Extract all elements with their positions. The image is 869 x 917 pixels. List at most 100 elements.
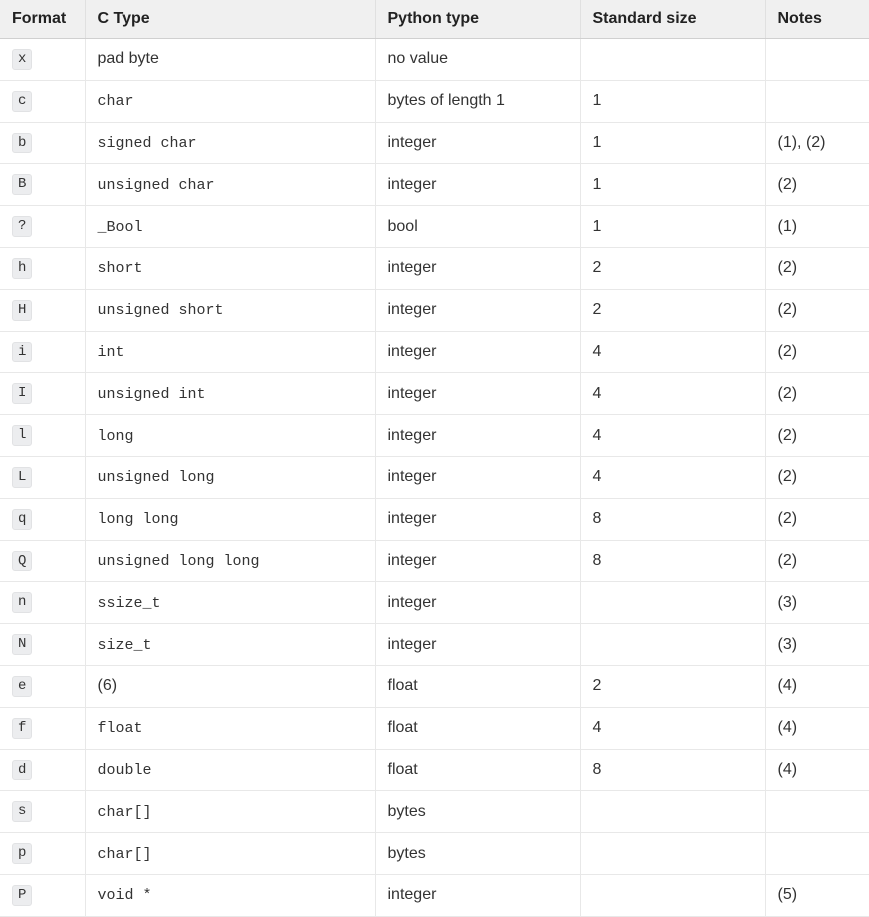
cell-ctype: unsigned char — [85, 164, 375, 206]
cell-size: 8 — [580, 540, 765, 582]
cell-notes — [765, 791, 869, 833]
cell-ctype: _Bool — [85, 206, 375, 248]
header-format: Format — [0, 0, 85, 39]
cell-python: integer — [375, 456, 580, 498]
cell-ctype: long — [85, 415, 375, 457]
format-chip: H — [12, 300, 32, 321]
cell-format: P — [0, 874, 85, 916]
table-row: xpad byteno value — [0, 39, 869, 81]
cell-notes: (2) — [765, 415, 869, 457]
header-python: Python type — [375, 0, 580, 39]
cell-python: float — [375, 707, 580, 749]
cell-notes — [765, 39, 869, 81]
table-row: e (6) float2(4) — [0, 665, 869, 707]
format-chip: q — [12, 509, 32, 530]
cell-size: 8 — [580, 498, 765, 540]
cell-notes: (2) — [765, 331, 869, 373]
cell-notes: (1) — [765, 206, 869, 248]
cell-python: integer — [375, 289, 580, 331]
table-row: i intinteger4(2) — [0, 331, 869, 373]
format-chip: N — [12, 634, 32, 655]
cell-size: 2 — [580, 289, 765, 331]
table-body: xpad byteno valueccharbytes of length 11… — [0, 39, 869, 917]
header-notes: Notes — [765, 0, 869, 39]
format-chip: L — [12, 467, 32, 488]
cell-notes: (3) — [765, 582, 869, 624]
format-chip: f — [12, 718, 32, 739]
cell-format: e — [0, 665, 85, 707]
table-row: Qunsigned long longinteger8(2) — [0, 540, 869, 582]
table-row: ddoublefloat8(4) — [0, 749, 869, 791]
cell-notes: (4) — [765, 665, 869, 707]
cell-ctype: char[] — [85, 791, 375, 833]
format-chip: n — [12, 592, 32, 613]
table-row: ffloatfloat4(4) — [0, 707, 869, 749]
table-row: schar[]bytes — [0, 791, 869, 833]
cell-format: p — [0, 833, 85, 875]
cell-python: integer — [375, 540, 580, 582]
cell-size — [580, 791, 765, 833]
cell-format: f — [0, 707, 85, 749]
ctype-text: (6) — [98, 677, 118, 694]
cell-format: n — [0, 582, 85, 624]
cell-format: h — [0, 247, 85, 289]
cell-notes: (2) — [765, 540, 869, 582]
cell-format: i — [0, 331, 85, 373]
cell-notes: (3) — [765, 624, 869, 666]
cell-notes: (2) — [765, 456, 869, 498]
cell-ctype: size_t — [85, 624, 375, 666]
table-row: Hunsigned shortinteger2(2) — [0, 289, 869, 331]
cell-ctype: void * — [85, 874, 375, 916]
cell-size: 1 — [580, 164, 765, 206]
ctype-text: long long — [98, 511, 179, 528]
cell-format: x — [0, 39, 85, 81]
cell-size: 4 — [580, 373, 765, 415]
cell-format: H — [0, 289, 85, 331]
ctype-text: size_t — [98, 637, 152, 654]
cell-notes: (2) — [765, 164, 869, 206]
cell-format: l — [0, 415, 85, 457]
cell-python: integer — [375, 331, 580, 373]
cell-ctype: char[] — [85, 833, 375, 875]
cell-ctype: pad byte — [85, 39, 375, 81]
format-chip: s — [12, 801, 32, 822]
cell-format: N — [0, 624, 85, 666]
cell-format: I — [0, 373, 85, 415]
cell-size: 2 — [580, 665, 765, 707]
cell-python: bytes — [375, 833, 580, 875]
cell-size — [580, 582, 765, 624]
header-ctype: C Type — [85, 0, 375, 39]
cell-size: 4 — [580, 707, 765, 749]
table-row: nssize_tinteger(3) — [0, 582, 869, 624]
cell-python: bool — [375, 206, 580, 248]
ctype-text: signed char — [98, 135, 197, 152]
cell-python: integer — [375, 373, 580, 415]
format-chip: Q — [12, 551, 32, 572]
format-chip: c — [12, 91, 32, 112]
header-size: Standard size — [580, 0, 765, 39]
format-chip: i — [12, 342, 32, 363]
cell-ctype: unsigned long — [85, 456, 375, 498]
table-row: Bunsigned charinteger1(2) — [0, 164, 869, 206]
cell-notes: (2) — [765, 498, 869, 540]
table-row: ?_Boolbool1(1) — [0, 206, 869, 248]
table-row: bsigned charinteger1(1), (2) — [0, 122, 869, 164]
cell-size — [580, 874, 765, 916]
cell-notes: (2) — [765, 373, 869, 415]
cell-python: float — [375, 665, 580, 707]
cell-size: 4 — [580, 415, 765, 457]
cell-python: integer — [375, 164, 580, 206]
format-chip: ? — [12, 216, 32, 237]
ctype-text: long — [98, 428, 134, 445]
cell-size: 1 — [580, 122, 765, 164]
cell-python: integer — [375, 247, 580, 289]
cell-size — [580, 39, 765, 81]
cell-size: 8 — [580, 749, 765, 791]
cell-ctype: int — [85, 331, 375, 373]
format-chip: b — [12, 133, 32, 154]
ctype-text: void * — [98, 887, 152, 904]
cell-size — [580, 833, 765, 875]
cell-size: 4 — [580, 331, 765, 373]
cell-ctype: unsigned short — [85, 289, 375, 331]
cell-ctype: short — [85, 247, 375, 289]
